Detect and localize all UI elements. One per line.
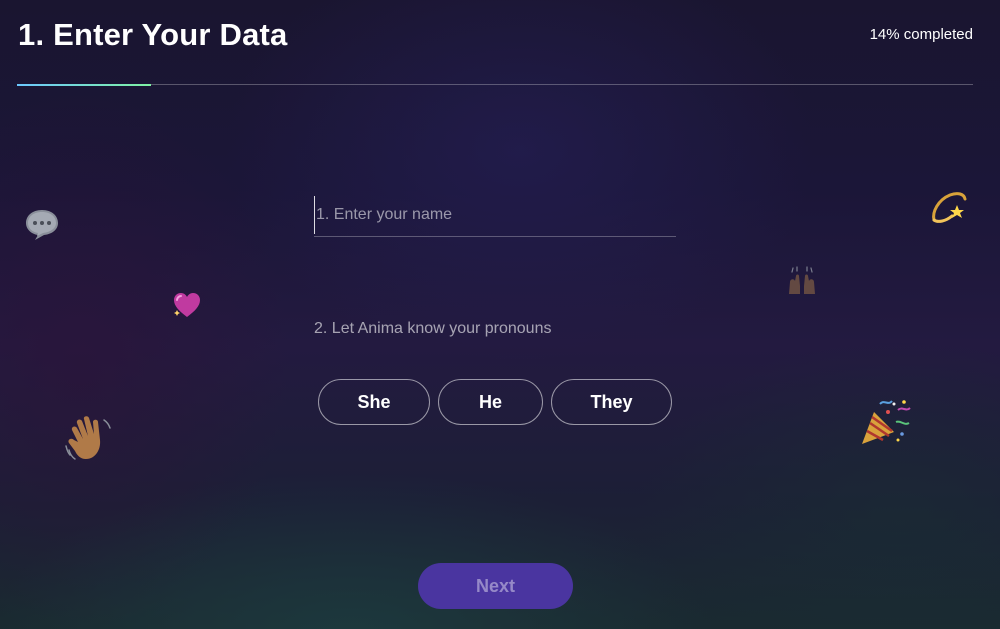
speech-bubble-icon — [26, 210, 58, 240]
name-field — [314, 196, 676, 237]
progress-text: 14% completed — [869, 26, 973, 43]
progress-bar — [17, 83, 973, 86]
progress-bar-fill — [17, 83, 151, 86]
next-button[interactable]: Next — [418, 563, 573, 609]
pronoun-she-button[interactable]: She — [318, 379, 430, 425]
pronoun-options: She He They — [318, 379, 672, 425]
waving-hand-icon — [65, 416, 111, 460]
pronouns-label: 2. Let Anima know your pronouns — [314, 320, 552, 337]
sparkling-heart-icon — [174, 293, 200, 317]
pronoun-they-button[interactable]: They — [551, 379, 672, 425]
raising-hands-icon — [789, 266, 815, 294]
dizzy-star-icon — [932, 192, 967, 223]
page-title: 1. Enter Your Data — [18, 17, 288, 52]
name-input[interactable] — [314, 196, 676, 234]
party-popper-icon — [862, 400, 911, 444]
pronoun-he-button[interactable]: He — [438, 379, 543, 425]
